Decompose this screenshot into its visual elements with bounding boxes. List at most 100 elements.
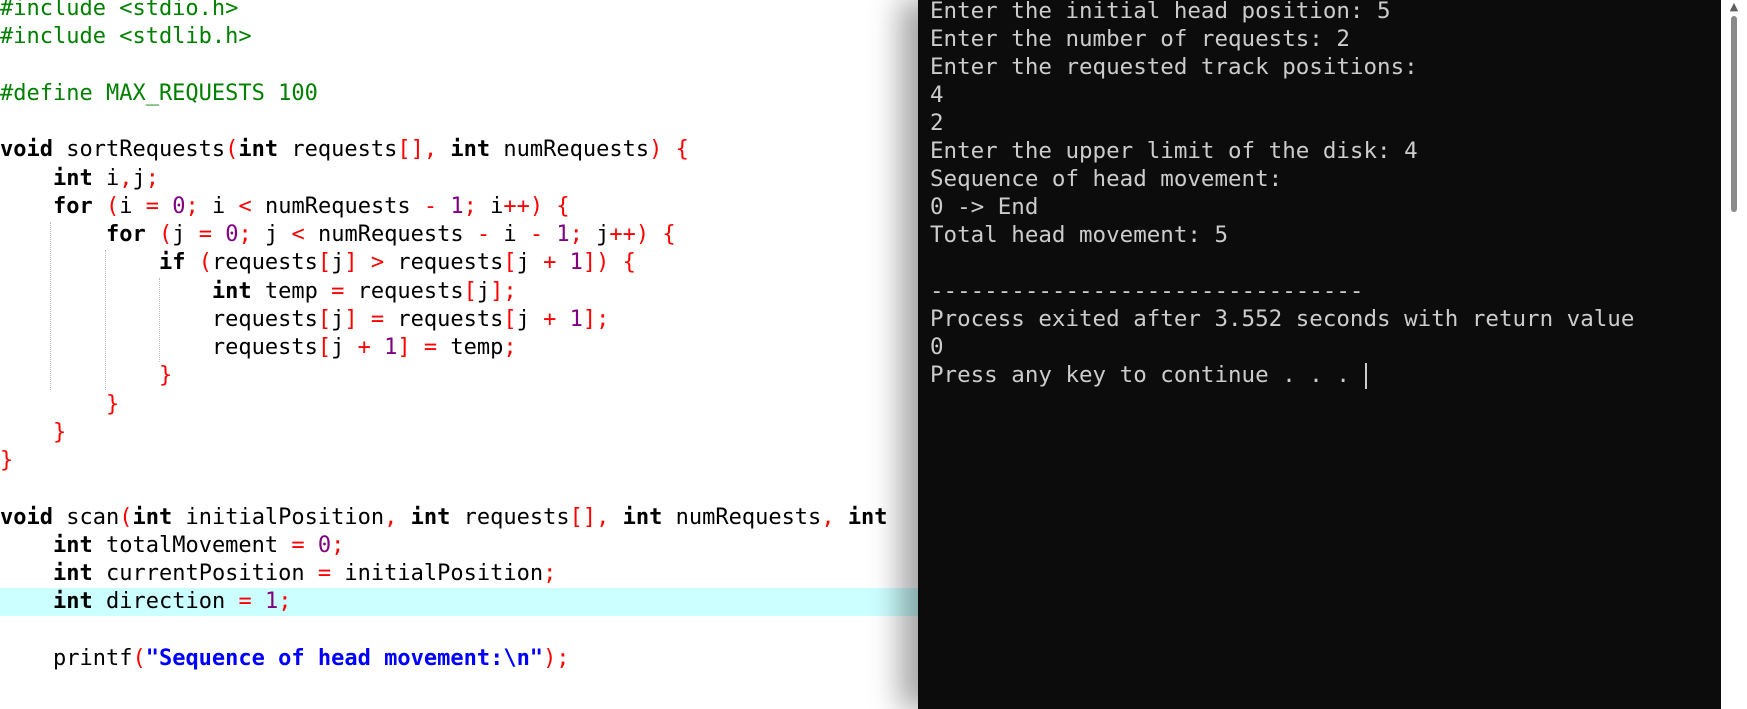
console-scrollbar[interactable]: ▲	[1721, 0, 1747, 709]
code-token: int	[52, 589, 93, 615]
code-token: #define MAX_REQUESTS 100	[0, 80, 318, 106]
code-line[interactable]: requests[j + 1] = temp;	[0, 334, 920, 362]
code-token: [	[317, 306, 332, 332]
code-token: #include <stdio.h>	[0, 0, 239, 21]
code-line[interactable]: int totalMovement = 0;	[0, 532, 920, 560]
console-line: Press any key to continue . . .	[930, 361, 1720, 389]
code-line[interactable]: }	[0, 391, 920, 419]
code-token: numRequests	[662, 504, 822, 530]
console-line: Total head movement: 5	[930, 221, 1720, 249]
code-line[interactable]: for (i = 0; i < numRequests - 1; i++) {	[0, 193, 920, 221]
code-line[interactable]: for (j = 0; j < numRequests - i - 1; j++…	[0, 221, 920, 249]
code-token: requests	[344, 278, 464, 304]
code-token: -	[423, 193, 438, 219]
code-token: temp	[251, 278, 332, 304]
code-token: int	[622, 504, 663, 530]
code-line[interactable]: #define MAX_REQUESTS 100	[0, 80, 920, 108]
code-token: 1	[384, 335, 398, 360]
code-line[interactable]: }	[0, 362, 920, 390]
scroll-thumb[interactable]	[1731, 16, 1737, 212]
code-token: ,	[119, 165, 133, 191]
code-line[interactable]	[0, 52, 920, 80]
code-line[interactable]	[0, 617, 920, 645]
code-token: =	[423, 335, 438, 360]
code-line[interactable]: int i,j;	[0, 165, 920, 193]
code-token: requests	[278, 137, 398, 163]
code-line[interactable]: requests[j] = requests[j + 1];	[0, 306, 920, 334]
code-token: totalMovement	[92, 532, 292, 558]
code-line[interactable]	[0, 475, 920, 503]
code-token: (	[119, 504, 133, 530]
code-token: [	[463, 278, 477, 304]
code-line[interactable]: #include <stdio.h>	[0, 0, 920, 23]
current-code-line[interactable]: int direction = 1;	[0, 588, 920, 617]
code-token: +	[543, 306, 557, 332]
code-token: ];	[582, 306, 610, 332]
console-line: 4	[930, 81, 1720, 109]
code-token: (	[105, 193, 120, 219]
code-token: for	[105, 222, 146, 247]
code-token: int	[211, 278, 252, 304]
code-token: =	[238, 589, 252, 615]
code-token: i	[198, 193, 239, 219]
code-token: (	[225, 137, 239, 163]
console-line-text: 2	[930, 110, 944, 136]
code-line[interactable]	[0, 108, 920, 136]
code-line[interactable]: printf("Sequence of head movement:\n");	[0, 645, 920, 673]
code-line[interactable]: int currentPosition = initialPosition;	[0, 560, 920, 588]
code-token: [	[503, 250, 517, 276]
code-token: currentPosition	[92, 561, 318, 586]
code-token: =	[198, 222, 212, 247]
console-line: Enter the number of requests: 2	[930, 25, 1720, 53]
code-token: initialPosition	[172, 504, 385, 530]
console-line: Sequence of head movement:	[930, 165, 1720, 193]
code-token: ,	[821, 504, 835, 530]
scroll-up-arrow-icon[interactable]: ▲	[1721, 0, 1747, 14]
code-token: ;	[331, 532, 345, 558]
console-line: Process exited after 3.552 seconds with …	[930, 305, 1720, 333]
code-token: i	[92, 165, 120, 191]
code-token: [	[317, 250, 332, 276]
code-token: <	[238, 193, 252, 219]
console-window[interactable]: Enter the initial head position: 5 Enter …	[918, 0, 1747, 709]
code-token: {	[675, 137, 689, 163]
code-line[interactable]: void sortRequests(int requests[], int nu…	[0, 136, 920, 164]
console-line: 0	[930, 333, 1720, 361]
code-token: i	[119, 193, 146, 219]
code-token: ]	[344, 250, 358, 276]
code-token: =	[291, 532, 305, 558]
code-token: 0	[172, 193, 186, 219]
code-token: [	[503, 306, 517, 332]
code-token: 1	[556, 222, 570, 247]
code-token: =	[370, 306, 385, 332]
code-token: requests	[450, 504, 570, 530]
code-token: 0	[225, 222, 239, 247]
code-line[interactable]: int temp = requests[j];	[0, 278, 920, 306]
code-editor[interactable]: #include <stdio.h> #include <stdlib.h> #de…	[0, 0, 920, 709]
code-token: {	[622, 250, 636, 276]
code-line[interactable]: #include <stdlib.h>	[0, 23, 920, 51]
code-token: }	[0, 448, 14, 473]
code-token: initialPosition	[331, 561, 544, 586]
code-line[interactable]: }	[0, 419, 920, 447]
code-line[interactable]: void scan(int initialPosition, int reque…	[0, 504, 920, 532]
code-token: }	[105, 391, 120, 417]
code-line[interactable]: }	[0, 447, 920, 475]
code-line[interactable]: if (requests[j] > requests[j + 1]) {	[0, 249, 920, 277]
code-token: "Sequence of head movement:\n"	[145, 645, 544, 671]
code-token: )	[649, 137, 663, 163]
code-token: }	[158, 363, 173, 389]
code-token: [],	[397, 137, 438, 163]
